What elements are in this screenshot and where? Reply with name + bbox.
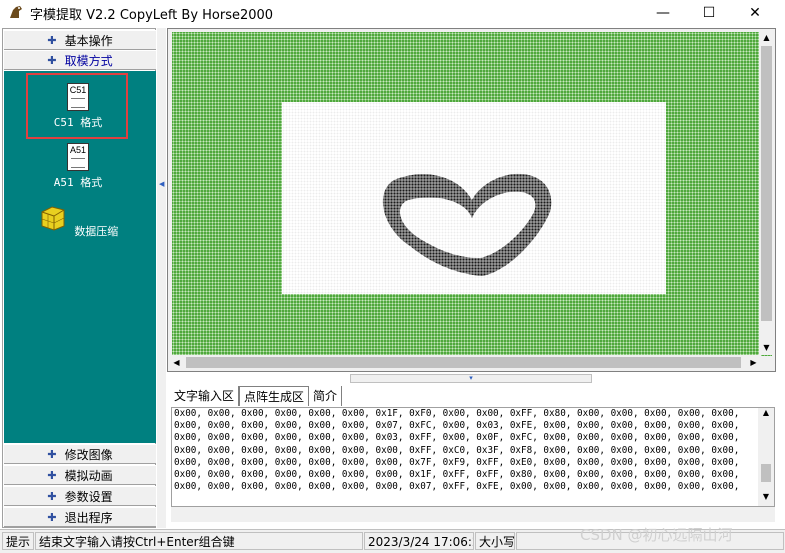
sidebar-item-label: 取模方式 [64, 53, 113, 68]
output-line: 0x00, 0x00, 0x00, 0x00, 0x00, 0x00, 0x1F… [174, 408, 740, 419]
output-line: 0x00, 0x00, 0x00, 0x00, 0x00, 0x00, 0x07… [174, 420, 740, 432]
tool-c51-format[interactable]: C51 C51 格式 [28, 83, 128, 130]
canvas-vertical-scrollbar[interactable]: ▲ ▼ [759, 30, 774, 355]
output-line: 0x00, 0x00, 0x00, 0x00, 0x00, 0x00, 0x03… [174, 432, 740, 444]
sidebar-item-edit-image[interactable]: ✚ 修改图像 [4, 444, 156, 464]
canvas-horizontal-scrollbar[interactable]: ◀ ▶ [169, 355, 761, 370]
dot-matrix-output[interactable]: 0x00, 0x00, 0x00, 0x00, 0x00, 0x00, 0x1F… [171, 407, 775, 507]
tool-label: 数据压缩 [74, 225, 119, 238]
output-line: 0x00, 0x00, 0x00, 0x00, 0x00, 0x00, 0x00… [174, 444, 740, 456]
output-line: 0x00, 0x00, 0x00, 0x00, 0x00, 0x00, 0x00… [174, 481, 740, 493]
output-horizontal-scrollbar[interactable] [171, 507, 775, 522]
a51-doc-icon: A51 [67, 143, 89, 171]
window-title: 字模提取 V2.2 CopyLeft By Horse2000 [30, 8, 274, 23]
plus-icon: ✚ [47, 510, 57, 524]
scroll-thumb[interactable] [186, 357, 741, 368]
horizontal-splitter[interactable]: ▾ [350, 374, 592, 383]
sidebar-item-label: 模拟动画 [64, 468, 113, 483]
vertical-splitter[interactable] [157, 28, 166, 528]
scroll-down-icon[interactable]: ▼ [759, 340, 774, 355]
sidebar: ✚ 基本操作 ✚ 取模方式 C51 C51 格式 A51 A51 格式 数据压缩… [2, 28, 156, 528]
sidebar-item-settings[interactable]: ✚ 参数设置 [4, 486, 156, 506]
tool-a51-format[interactable]: A51 A51 格式 [28, 143, 128, 190]
plus-icon: ✚ [47, 489, 57, 503]
tab-bar: 文字输入区 点阵生成区 简介 [170, 386, 343, 406]
scroll-down-icon[interactable]: ▼ [758, 492, 774, 506]
heart-image [382, 173, 552, 276]
scroll-thumb[interactable] [761, 464, 771, 482]
scroll-up-icon[interactable]: ▲ [758, 408, 774, 422]
scroll-right-icon[interactable]: ▶ [746, 355, 761, 370]
sidebar-item-basic-ops[interactable]: ✚ 基本操作 [4, 30, 156, 50]
tool-label: A51 格式 [53, 176, 103, 189]
bitmap-canvas-frame: ▲ ▼ ◀ ▶ [167, 28, 776, 372]
sidebar-item-label: 基本操作 [64, 33, 113, 48]
plus-icon: ✚ [47, 53, 57, 67]
status-message: 结束文字输入请按Ctrl+Enter组合键 [35, 532, 363, 550]
close-button[interactable]: ✕ [732, 0, 778, 25]
output-line: 0x00, 0x00, 0x00, 0x00, 0x00, 0x00, 0x00… [174, 469, 740, 481]
plus-icon: ✚ [47, 468, 57, 482]
csdn-watermark: CSDN @初心远隔山河 [580, 526, 733, 544]
sidebar-item-label: 修改图像 [64, 447, 113, 462]
scroll-left-icon[interactable]: ◀ [169, 355, 184, 370]
maximize-button[interactable]: ☐ [686, 0, 732, 25]
sidebar-item-mode[interactable]: ✚ 取模方式 [4, 50, 156, 70]
sidebar-item-label: 参数设置 [64, 489, 113, 504]
sidebar-item-exit[interactable]: ✚ 退出程序 [4, 507, 156, 527]
title-bar: 字模提取 V2.2 CopyLeft By Horse2000 — ☐ ✕ [0, 0, 785, 25]
splitter-arrow-icon[interactable]: ◀ [159, 180, 164, 188]
tool-label: C51 格式 [53, 116, 103, 129]
dot-matrix-canvas[interactable] [172, 32, 772, 356]
glyph-bitmap[interactable] [282, 102, 666, 294]
app-horse-icon [10, 6, 22, 18]
sidebar-item-label: 退出程序 [64, 510, 113, 525]
output-vertical-scrollbar[interactable]: ▲ ▼ [758, 408, 774, 506]
plus-icon: ✚ [47, 447, 57, 461]
output-line: 0x00, 0x00, 0x00, 0x00, 0x00, 0x00, 0x00… [174, 456, 740, 468]
status-caps: 大小写 [475, 532, 515, 550]
tool-panel: C51 C51 格式 A51 A51 格式 数据压缩 [4, 71, 156, 443]
status-datetime: 2023/3/24 17:06:20 [364, 532, 474, 550]
plus-icon: ✚ [47, 33, 57, 47]
scroll-thumb[interactable] [761, 46, 772, 321]
minimize-button[interactable]: — [640, 0, 686, 25]
status-prefix: 提示 [2, 532, 34, 550]
tool-data-compress[interactable]: 数据压缩 [28, 204, 128, 239]
tab-text-input[interactable]: 文字输入区 [170, 386, 240, 406]
c51-doc-icon: C51 [67, 83, 89, 111]
scroll-up-icon[interactable]: ▲ [759, 30, 774, 45]
tab-intro[interactable]: 简介 [309, 386, 343, 406]
compress-box-icon [41, 206, 65, 231]
tab-dot-matrix[interactable]: 点阵生成区 [239, 386, 310, 406]
sidebar-item-animation[interactable]: ✚ 模拟动画 [4, 465, 156, 485]
